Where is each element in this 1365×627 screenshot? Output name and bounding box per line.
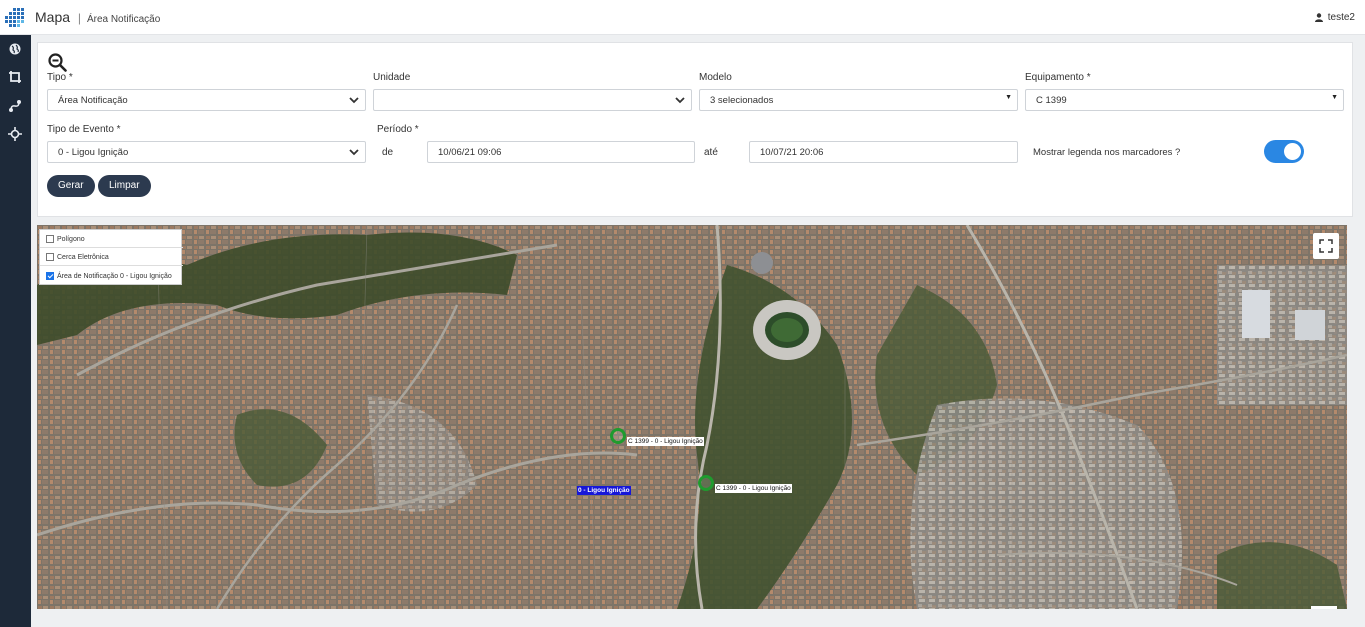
tipo-evento-value: 0 - Ligou Ignição <box>58 147 129 158</box>
periodo-de-label: de <box>382 147 394 158</box>
zoom-out-icon[interactable] <box>48 53 67 72</box>
periodo-start-value: 10/06/21 09:06 <box>438 147 502 158</box>
equipamento-select[interactable]: C 1399 ▼ <box>1025 89 1344 111</box>
periodo-start-input[interactable]: 10/06/21 09:06 <box>427 141 695 163</box>
crop-icon[interactable] <box>8 70 22 84</box>
layer-poligono-label: Polígono <box>57 235 85 243</box>
modelo-select[interactable]: 3 selecionados ▼ <box>699 89 1018 111</box>
caret-down-icon: ▼ <box>1331 94 1338 101</box>
page-subtitle: Área Notificação <box>86 14 161 25</box>
chevron-down-icon <box>349 149 359 156</box>
unidade-select[interactable] <box>373 89 692 111</box>
user-menu[interactable]: teste2 <box>1314 12 1355 23</box>
tipo-label: Tipo * <box>47 72 73 83</box>
filter-panel: Tipo * Unidade Modelo Equipamento * Área… <box>37 42 1353 217</box>
map-imagery <box>37 225 1347 609</box>
modelo-label: Modelo <box>699 72 732 83</box>
satellite-map[interactable]: Polígono Cerca Eletrônica Área de Notifi… <box>37 225 1347 609</box>
tipo-evento-label: Tipo de Evento * <box>47 124 121 135</box>
tipo-value: Área Notificação <box>58 95 128 106</box>
modelo-value: 3 selecionados <box>710 95 774 106</box>
legend-toggle-label: Mostrar legenda nos marcadores ? <box>1033 147 1181 158</box>
periodo-end-input[interactable]: 10/07/21 20:06 <box>749 141 1018 163</box>
equipamento-label: Equipamento * <box>1025 72 1091 83</box>
periodo-ate-label: até <box>704 147 718 158</box>
globe-icon[interactable] <box>8 42 22 56</box>
layer-cerca[interactable]: Cerca Eletrônica <box>46 252 109 262</box>
periodo-end-value: 10/07/21 20:06 <box>760 147 824 158</box>
marker-label: C 1399 - 0 - Ligou Ignição <box>627 437 704 446</box>
tipo-evento-select[interactable]: 0 - Ligou Ignição <box>47 141 366 163</box>
fullscreen-icon <box>1319 239 1333 253</box>
legend-toggle[interactable] <box>1264 140 1304 163</box>
periodo-label: Período * <box>377 124 419 135</box>
crosshair-icon[interactable] <box>8 127 22 141</box>
layer-cerca-label: Cerca Eletrônica <box>57 253 109 261</box>
layer-poligono-checkbox[interactable] <box>46 235 54 243</box>
layer-cerca-checkbox[interactable] <box>46 253 54 261</box>
limpar-button[interactable]: Limpar <box>98 175 151 197</box>
tipo-select[interactable]: Área Notificação <box>47 89 366 111</box>
map-attribution <box>1311 606 1337 609</box>
top-bar: Mapa | Área Notificação teste2 <box>0 0 1365 35</box>
app-logo[interactable] <box>5 7 26 29</box>
route-icon[interactable] <box>8 99 22 113</box>
toggle-knob <box>1284 143 1301 160</box>
chevron-down-icon <box>349 97 359 104</box>
gerar-button[interactable]: Gerar <box>47 175 95 197</box>
sidebar <box>0 35 31 627</box>
layer-area-notificacao[interactable]: Área de Notificação 0 - Ligou Ignição <box>46 271 172 281</box>
layer-area-label: Área de Notificação 0 - Ligou Ignição <box>57 272 172 280</box>
fullscreen-button[interactable] <box>1313 233 1339 259</box>
title-separator: | <box>77 11 82 25</box>
layer-area-checkbox[interactable] <box>46 272 54 280</box>
user-icon <box>1314 13 1323 22</box>
layer-control: Polígono Cerca Eletrônica Área de Notifi… <box>39 229 183 285</box>
layer-divider <box>40 247 183 248</box>
page-title: Mapa <box>35 9 71 25</box>
layer-divider <box>40 265 183 266</box>
layer-poligono[interactable]: Polígono <box>46 234 85 244</box>
app-title: Mapa | Área Notificação <box>35 9 160 25</box>
marker-label: C 1399 - 0 - Ligou Ignição <box>715 484 792 493</box>
area-label: 0 - Ligou Ignição <box>577 486 631 495</box>
caret-down-icon: ▼ <box>1005 94 1012 101</box>
unidade-label: Unidade <box>373 72 411 83</box>
user-name: teste2 <box>1327 12 1355 23</box>
chevron-down-icon <box>675 97 685 104</box>
equipamento-value: C 1399 <box>1036 95 1067 106</box>
map-marker[interactable] <box>698 475 714 491</box>
map-marker[interactable] <box>610 428 626 444</box>
